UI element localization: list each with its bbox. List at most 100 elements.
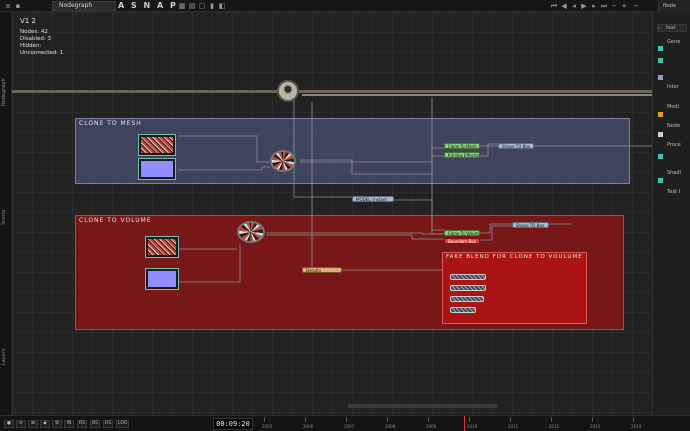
first-frame-icon[interactable]: ⏮	[550, 2, 558, 10]
timeline-button-hs[interactable]: HS	[103, 420, 114, 428]
node-model-instant[interactable]: MODEL: Instant	[352, 196, 394, 202]
library-search-input[interactable]: text	[657, 24, 687, 32]
play-icon[interactable]: ▶	[580, 2, 588, 10]
noise-thumbnail	[141, 137, 173, 153]
gutter-tab-layers[interactable]: Layers	[1, 342, 11, 372]
image-node-blue-1[interactable]	[138, 158, 176, 180]
node-density[interactable]: Density	[302, 267, 342, 273]
library-search-text: text	[666, 25, 676, 31]
left-gutter: Nodegraph Scene Layers	[0, 12, 12, 415]
ruler-label: 2014	[631, 424, 642, 429]
ruler-label: 2010	[467, 424, 478, 429]
bookmark-icon[interactable]: ▮	[208, 2, 216, 10]
ruler-tick	[346, 417, 347, 422]
category-shadi[interactable]: Shadi	[667, 170, 681, 176]
ruler-tick	[387, 417, 388, 422]
step-back-icon[interactable]: ◂	[570, 2, 578, 10]
zoom-out-icon[interactable]: −	[610, 2, 618, 10]
node-wires	[178, 96, 652, 283]
timeline-button-in[interactable]: IN	[64, 420, 74, 428]
minus-icon[interactable]: −	[632, 2, 640, 10]
ruler-tick	[305, 417, 306, 422]
clone-generator-node[interactable]	[270, 150, 296, 172]
category-text[interactable]: Text I	[667, 189, 680, 195]
timeline-button-bs[interactable]: BS	[90, 420, 100, 428]
ruler-label: 2007	[344, 424, 355, 429]
fake-blend-node-1[interactable]	[450, 274, 486, 280]
record-icon[interactable]: ●	[4, 420, 14, 428]
right-panel-header: Node	[658, 0, 690, 12]
ruler-label: 2005	[262, 424, 273, 429]
category-swatch	[658, 46, 663, 51]
top-toolbar: ≡ ▪ Nodegraph A S N A P ▦ ▤ ▢ ▮ ◧ ⏮ ◀ ◂ …	[0, 0, 690, 12]
frame-icon[interactable]: ▢	[198, 2, 206, 10]
category-swatch	[658, 75, 663, 80]
category-swatch	[658, 132, 663, 137]
category-gene[interactable]: Gene	[667, 39, 680, 45]
image-node-blue-2[interactable]	[145, 268, 179, 290]
ruler-label: 2008	[385, 424, 396, 429]
nodegraph-canvas[interactable]: V1 2 Nodes: 42 Disabled: 3 Hidden: Uncon…	[12, 12, 652, 415]
nodegraph-tab[interactable]: Nodegraph	[52, 1, 116, 11]
last-frame-icon[interactable]: ⏭	[600, 2, 608, 10]
ruler-label: 2013	[590, 424, 601, 429]
step-forward-icon[interactable]: ▸	[590, 2, 598, 10]
menu-icon[interactable]: ≡	[4, 2, 12, 10]
node-kill-box-effector[interactable]: Kill Box Effector	[444, 152, 480, 158]
ruler-tick	[428, 417, 429, 422]
ruler-tick	[264, 417, 265, 422]
grid-icon[interactable]: ▦	[178, 2, 186, 10]
category-swatch	[658, 58, 663, 63]
timeline-bar: ● ⟳ ⊞ ◆ ⚙ IN RS BS HS LOG 00:09:20 2005 …	[0, 415, 690, 431]
snap-toggle[interactable]: A S N A P	[118, 1, 178, 11]
timeline-button-log[interactable]: LOG	[116, 420, 130, 428]
category-proce[interactable]: Proce	[667, 142, 681, 148]
node-clone-to-mesh[interactable]: Clone To Mesh	[444, 143, 480, 149]
settings-icon[interactable]: ⚙	[52, 420, 62, 428]
timeline-button-rs[interactable]: RS	[77, 420, 87, 428]
gutter-tab-nodegraph[interactable]: Nodegraph	[1, 72, 11, 112]
node-shape-to-box-1[interactable]: Shape TO Box	[498, 143, 534, 149]
key-icon[interactable]: ◆	[40, 420, 50, 428]
view-icon[interactable]: ◧	[218, 2, 226, 10]
ruler-tick	[469, 417, 470, 422]
category-node[interactable]: Node	[667, 123, 680, 129]
ruler-label: 2009	[426, 424, 437, 429]
ruler-tick	[551, 417, 552, 422]
ruler-tick	[633, 417, 634, 422]
clone-generator-node-2[interactable]	[237, 221, 265, 243]
ruler-label: 2011	[508, 424, 519, 429]
node-shape-to-box-2[interactable]: Shape TO Box	[512, 222, 549, 228]
pin-icon[interactable]: ▪	[14, 2, 22, 10]
gutter-tab-scene[interactable]: Scene	[1, 202, 11, 232]
fake-blend-node-4[interactable]	[450, 307, 476, 313]
node-clone-to-volume[interactable]: Clone To Volume	[444, 230, 480, 236]
category-modi[interactable]: Modi	[667, 104, 679, 110]
timecode-display[interactable]: 00:09:20	[213, 418, 253, 430]
category-swatch	[658, 112, 663, 117]
fake-blend-node-2[interactable]	[450, 285, 486, 291]
category-inter[interactable]: Inter	[667, 84, 679, 90]
search-icon: ⌕	[658, 25, 661, 31]
timeline-ruler[interactable]: 2005 2006 2007 2008 2009 2010 2011 2012 …	[256, 417, 690, 431]
image-node-noise-1[interactable]	[138, 134, 176, 156]
ruler-label: 2006	[303, 424, 314, 429]
prev-key-icon[interactable]: ◀	[560, 2, 568, 10]
category-swatch	[658, 178, 663, 183]
ruler-tick	[592, 417, 593, 422]
root-gear-icon[interactable]: ✹	[277, 80, 299, 102]
right-node-library-panel: text ⌕ Gene Inter Modi Node Proce Shadi …	[652, 12, 690, 415]
ruler-label: 2012	[549, 424, 560, 429]
noise-thumbnail	[148, 239, 176, 255]
image-node-noise-2[interactable]	[145, 236, 179, 258]
category-swatch	[658, 154, 663, 159]
fake-blend-node-3[interactable]	[450, 296, 484, 302]
canvas-horizontal-scrollbar[interactable]	[348, 404, 498, 408]
zoom-in-icon[interactable]: +	[620, 2, 628, 10]
loop-icon[interactable]: ⟳	[16, 420, 26, 428]
node-boundary-box[interactable]: Boundary Box	[444, 238, 480, 244]
snap-icon[interactable]: ⊞	[28, 420, 38, 428]
ruler-tick	[510, 417, 511, 422]
playhead[interactable]	[464, 416, 465, 431]
layout-icon[interactable]: ▤	[188, 2, 196, 10]
